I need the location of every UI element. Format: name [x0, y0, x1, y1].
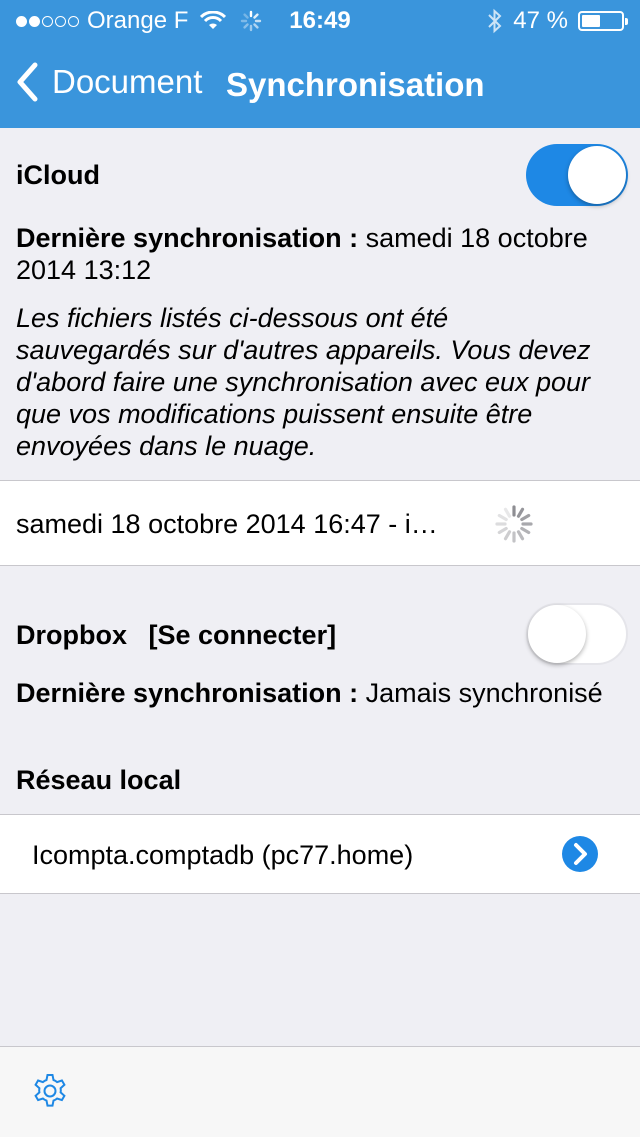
dropbox-last-sync-label: Dernière synchronisation :	[16, 678, 359, 708]
notice-line: envoyées dans le nuage.	[16, 431, 317, 461]
notice-line: Les fichiers listés ci-dessous ont été	[16, 303, 449, 333]
toggle-knob	[568, 146, 626, 204]
navigation-bar: Document Synchronisation	[0, 40, 640, 128]
local-network-item-label: Icompta.comptadb (pc77.home)	[32, 840, 414, 870]
back-button[interactable]: Document	[16, 62, 202, 102]
chevron-right-icon	[574, 843, 587, 865]
battery-icon	[578, 11, 628, 31]
dropbox-label: Dropbox	[16, 620, 127, 650]
notice-line: sauvegardés sur d'autres appareils. Vous…	[16, 335, 591, 365]
icloud-toggle[interactable]	[526, 144, 628, 206]
dropbox-row: Dropbox [Se connecter]	[16, 620, 336, 651]
icloud-last-sync-value-line1: samedi 18 octobre	[365, 223, 588, 253]
bottom-toolbar	[0, 1046, 640, 1137]
battery-percentage: 47 %	[513, 7, 568, 34]
battery-fill	[582, 15, 600, 27]
bluetooth-icon	[488, 8, 502, 34]
icloud-last-sync-label: Dernière synchronisation :	[16, 223, 359, 253]
icloud-notice: Les fichiers listés ci-dessous ont été s…	[16, 302, 628, 462]
gear-icon[interactable]	[32, 1073, 68, 1109]
status-bar: Orange F 16:49 47 %	[0, 0, 640, 40]
dropbox-toggle[interactable]	[526, 603, 628, 665]
local-network-label: Réseau local	[16, 765, 182, 795]
icloud-label: iCloud	[16, 160, 100, 190]
local-network-item[interactable]: Icompta.comptadb (pc77.home)	[0, 814, 640, 894]
dropbox-connect-link[interactable]: [Se connecter]	[149, 620, 337, 650]
dropbox-last-sync: Dernière synchronisation : Jamais synchr…	[16, 678, 603, 709]
dropbox-last-sync-value: Jamais synchronisé	[365, 678, 603, 708]
detail-disclosure-button[interactable]	[562, 836, 598, 872]
pending-item-label: samedi 18 octobre 2014 16:47 - i…	[16, 509, 438, 539]
icloud-last-sync: Dernière synchronisation : samedi 18 oct…	[16, 222, 628, 286]
icloud-pending-item[interactable]: samedi 18 octobre 2014 16:47 - i…	[0, 480, 640, 566]
back-button-label: Document	[52, 63, 203, 100]
icloud-last-sync-value-line2: 2014 13:12	[16, 255, 152, 285]
toggle-knob	[528, 605, 586, 663]
page-title: Synchronisation	[226, 66, 485, 103]
notice-line: d'abord faire une synchronisation avec e…	[16, 367, 591, 397]
back-chevron-icon	[17, 62, 38, 102]
notice-line: que vos modifications puissent ensuite ê…	[16, 399, 533, 429]
loading-spinner-icon	[495, 505, 533, 543]
